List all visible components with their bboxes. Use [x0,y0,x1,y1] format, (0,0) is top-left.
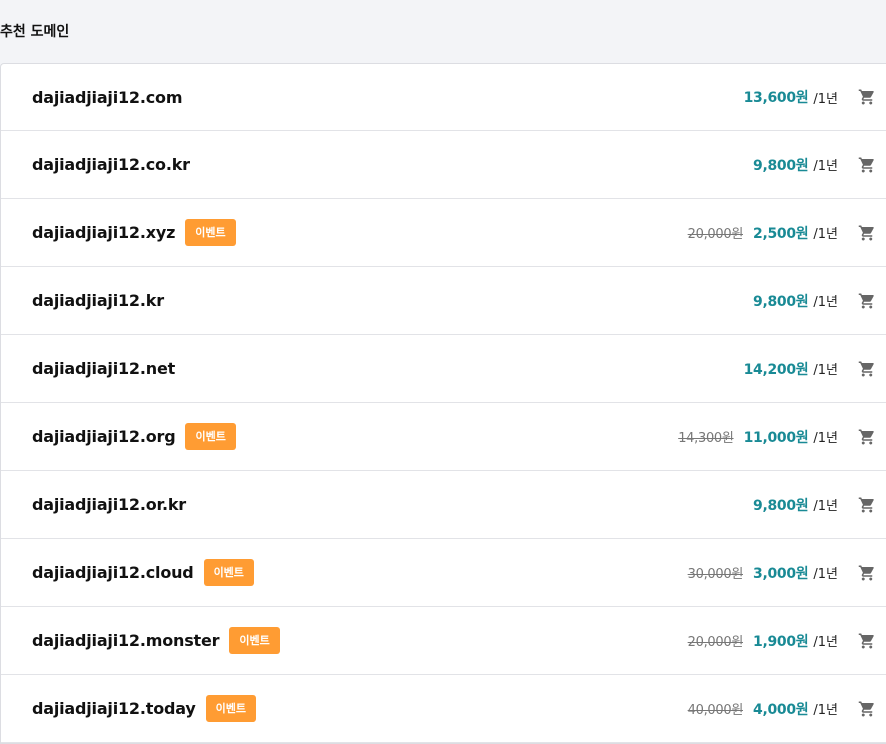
price: 9,800원 [753,497,809,514]
domain-row[interactable]: dajiadjiaji12.kr 9,800원/1년 [1,267,886,335]
price: 9,800원 [753,293,809,310]
price-area: 14,200원/1년 [744,359,838,379]
price-area: 14,300원 11,000원/1년 [678,427,838,447]
domain-name: dajiadjiaji12.today [32,699,196,718]
cart-icon[interactable] [858,496,876,514]
period: /1년 [813,159,838,174]
period: /1년 [813,499,838,514]
period: /1년 [813,431,838,446]
period: /1년 [813,635,838,650]
cart-icon[interactable] [858,224,876,242]
domain-name: dajiadjiaji12.org [32,427,176,446]
price-area: 20,000원 2,500원/1년 [688,223,838,243]
cart-icon[interactable] [858,632,876,650]
original-price: 30,000원 [687,567,744,582]
domain-name: dajiadjiaji12.or.kr [32,495,186,514]
cart-icon[interactable] [858,88,876,106]
domain-row[interactable]: dajiadjiaji12.com 13,600원/1년 [1,64,886,131]
event-badge: 이벤트 [203,559,254,586]
period: /1년 [813,295,838,310]
price-area: 9,800원/1년 [753,291,838,311]
price: 9,800원 [753,157,809,174]
cart-icon[interactable] [858,156,876,174]
price: 13,600원 [743,90,809,106]
original-price: 14,300원 [678,431,734,446]
domain-name: dajiadjiaji12.cloud [32,563,194,582]
domain-row[interactable]: dajiadjiaji12.cloud 이벤트 30,000원 3,000원/1년 [1,539,886,607]
domain-name: dajiadjiaji12.com [32,87,183,107]
price-area: 9,800원/1년 [753,155,838,175]
cart-icon[interactable] [858,428,876,446]
price: 14,200원 [743,361,809,378]
domain-row[interactable]: dajiadjiaji12.monster 이벤트 20,000원 1,900원/1년 [1,607,886,675]
domain-name: dajiadjiaji12.xyz [32,223,176,242]
event-badge: 이벤트 [185,423,236,450]
price-area: 40,000원 4,000원/1년 [688,699,838,719]
domain-row[interactable]: dajiadjiaji12.net 14,200원/1년 [1,335,886,403]
original-price: 20,000원 [687,635,744,650]
price: 3,000원 [753,565,809,582]
price-area: 20,000원 1,900원/1년 [688,631,838,651]
section-header: 추천 도메인 [0,0,886,63]
period: /1년 [813,227,838,242]
period: /1년 [813,703,838,718]
event-badge: 이벤트 [205,695,256,722]
event-badge: 이벤트 [229,627,280,654]
domain-row[interactable]: dajiadjiaji12.xyz 이벤트 20,000원 2,500원/1년 [1,199,886,267]
event-badge: 이벤트 [185,219,236,246]
original-price: 20,000원 [687,227,744,242]
cart-icon[interactable] [858,360,876,378]
domain-list: dajiadjiaji12.com 13,600원/1년 dajiadjiaji12… [0,63,886,744]
period: /1년 [813,91,838,107]
cart-icon[interactable] [858,564,876,582]
original-price: 40,000원 [687,703,744,718]
domain-name: dajiadjiaji12.net [32,359,176,378]
domain-row[interactable]: dajiadjiaji12.today 이벤트 40,000원 4,000원/1년 [1,675,886,743]
price: 11,000원 [743,429,809,446]
period: /1년 [813,363,838,378]
price-area: 9,800원/1년 [753,495,838,515]
domain-row[interactable]: dajiadjiaji12.or.kr 9,800원/1년 [1,471,886,539]
section-title: 추천 도메인 [0,23,70,40]
price-area: 13,600원/1년 [744,87,838,107]
domain-row[interactable]: dajiadjiaji12.co.kr 9,800원/1년 [1,131,886,199]
domain-name: dajiadjiaji12.kr [32,291,164,310]
price: 1,900원 [753,633,809,650]
price: 2,500원 [753,225,809,242]
price-area: 30,000원 3,000원/1년 [688,563,838,583]
domain-name: dajiadjiaji12.co.kr [32,155,190,174]
domain-name: dajiadjiaji12.monster [32,631,220,650]
period: /1년 [813,567,838,582]
domain-row[interactable]: dajiadjiaji12.org 이벤트 14,300원 11,000원/1년 [1,403,886,471]
cart-icon[interactable] [858,700,876,718]
price: 4,000원 [753,701,809,718]
cart-icon[interactable] [858,292,876,310]
